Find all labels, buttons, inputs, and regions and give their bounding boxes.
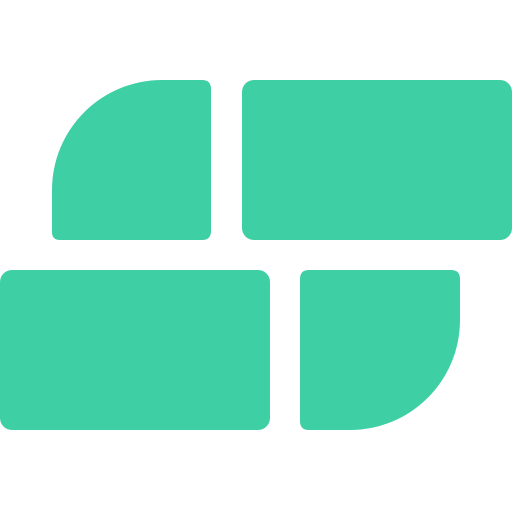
tile-top-right: [242, 80, 512, 240]
four-tile-logo-icon: [0, 80, 512, 430]
tile-bottom-left: [0, 270, 270, 430]
logo-canvas: [0, 0, 512, 512]
tile-bottom-right: [300, 270, 460, 430]
tile-top-left: [52, 80, 211, 240]
